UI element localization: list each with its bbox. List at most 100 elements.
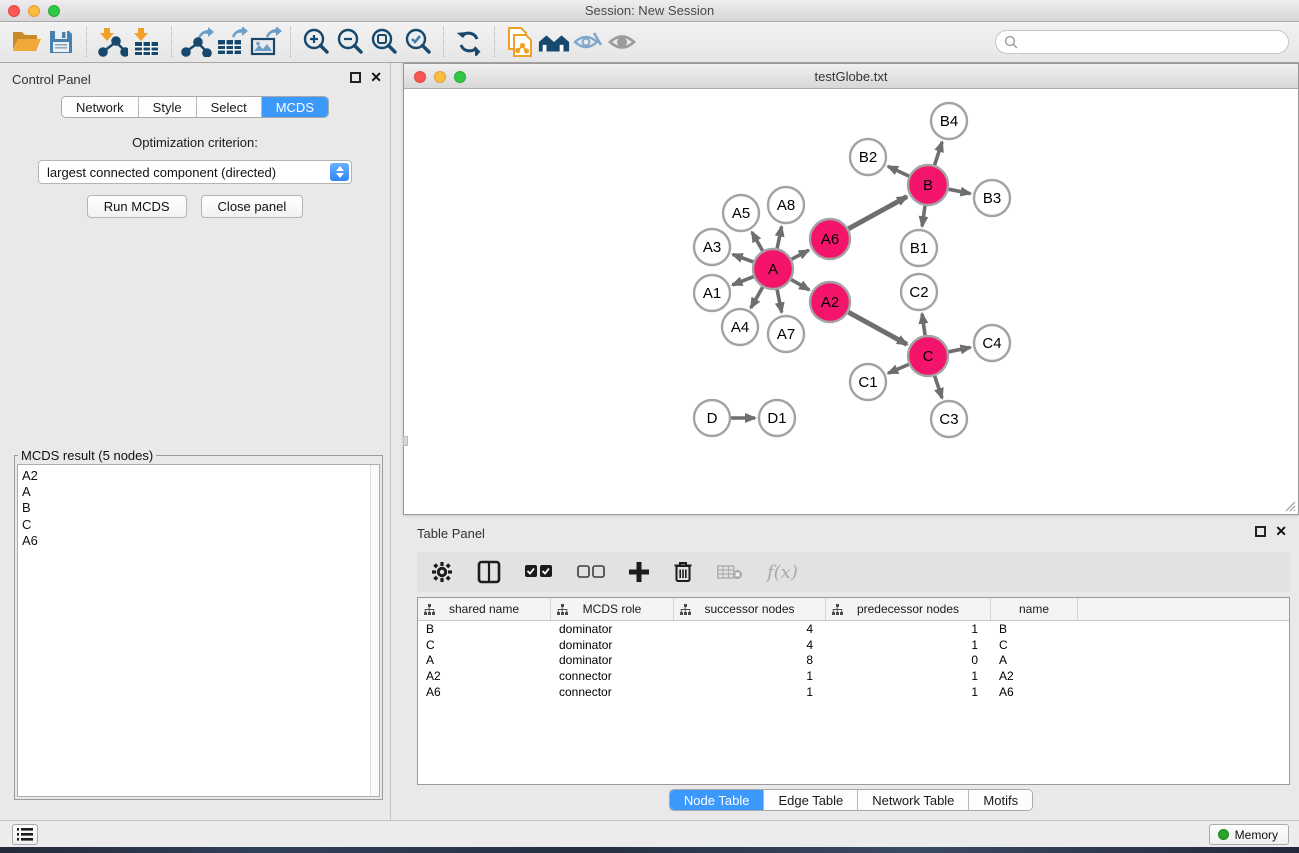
edge-A6-B[interactable] bbox=[848, 197, 907, 229]
import-network-icon[interactable] bbox=[95, 25, 129, 59]
edge-A-A5[interactable] bbox=[752, 232, 763, 251]
result-item[interactable]: A bbox=[22, 484, 379, 500]
close-panel-icon[interactable]: ✕ bbox=[370, 72, 382, 83]
hide-selected-icon[interactable] bbox=[571, 25, 605, 59]
result-item[interactable]: A2 bbox=[22, 468, 379, 484]
cell-MCDS-role: dominator bbox=[551, 622, 674, 636]
network-canvas[interactable]: B4B2BB3A8A5A6A3B1AC2A1A2A4A7C4CC1DD1C3 bbox=[404, 89, 1298, 514]
node-table[interactable]: shared nameMCDS role successor nodes prede… bbox=[417, 597, 1290, 785]
edge-A-A7[interactable] bbox=[777, 290, 782, 313]
memory-status-icon bbox=[1218, 829, 1229, 840]
cell-predecessor-nodes: 1 bbox=[826, 622, 991, 636]
criterion-dropdown[interactable]: largest connected component (directed) bbox=[38, 160, 352, 184]
zoom-out-icon[interactable] bbox=[333, 25, 367, 59]
search-input[interactable] bbox=[1018, 35, 1288, 49]
result-item[interactable]: C bbox=[22, 517, 379, 533]
control-panel-title: Control Panel bbox=[12, 72, 91, 87]
column-header-MCDS-role[interactable]: MCDS role bbox=[551, 598, 674, 620]
cell-predecessor-nodes: 1 bbox=[826, 685, 991, 699]
zoom-fit-icon[interactable] bbox=[367, 25, 401, 59]
float-table-panel-icon[interactable] bbox=[1255, 526, 1266, 537]
edge-B-B2[interactable] bbox=[888, 166, 909, 176]
edge-C-C1[interactable] bbox=[888, 364, 909, 373]
table-row[interactable]: A2connector11A2 bbox=[418, 668, 1289, 684]
node-label-C3: C3 bbox=[939, 411, 958, 428]
show-all-icon[interactable] bbox=[605, 25, 639, 59]
main-toolbar bbox=[0, 22, 1299, 63]
memory-button[interactable]: Memory bbox=[1209, 824, 1289, 845]
select-all-icon[interactable] bbox=[525, 559, 553, 585]
tab-network-table[interactable]: Network Table bbox=[858, 790, 969, 810]
edge-A-A4[interactable] bbox=[751, 287, 763, 308]
edge-A-A8[interactable] bbox=[777, 227, 781, 249]
tab-edge-table[interactable]: Edge Table bbox=[764, 790, 858, 810]
column-header-successor-nodes[interactable]: successor nodes bbox=[674, 598, 826, 620]
export-image-icon[interactable] bbox=[248, 25, 282, 59]
column-header-name[interactable]: name bbox=[991, 598, 1078, 620]
table-row[interactable]: A6connector11A6 bbox=[418, 684, 1289, 700]
clone-network-icon[interactable] bbox=[503, 25, 537, 59]
node-label-A: A bbox=[768, 261, 778, 278]
table-row[interactable]: Adominator80A bbox=[418, 652, 1289, 668]
column-header-predecessor-nodes[interactable]: predecessor nodes bbox=[826, 598, 991, 620]
table-row[interactable]: Cdominator41C bbox=[418, 637, 1289, 653]
search-icon bbox=[1004, 35, 1018, 49]
cell-name: C bbox=[991, 638, 1078, 652]
edge-C-C3[interactable] bbox=[935, 376, 942, 398]
node-label-A7: A7 bbox=[777, 326, 795, 343]
edge-B-B3[interactable] bbox=[949, 189, 971, 193]
close-table-panel-icon[interactable]: ✕ bbox=[1275, 526, 1287, 537]
zoom-selected-icon[interactable] bbox=[401, 25, 435, 59]
tab-motifs[interactable]: Motifs bbox=[969, 790, 1032, 810]
node-label-A4: A4 bbox=[731, 319, 749, 336]
splitter-grip[interactable] bbox=[403, 436, 408, 446]
mcds-result-list[interactable]: A2ABCA6 bbox=[17, 464, 380, 797]
cell-MCDS-role: connector bbox=[551, 669, 674, 683]
edge-B-B4[interactable] bbox=[935, 142, 943, 165]
column-header-shared-name[interactable]: shared name bbox=[418, 598, 551, 620]
add-icon[interactable] bbox=[629, 559, 649, 585]
result-item[interactable]: B bbox=[22, 500, 379, 516]
tab-select[interactable]: Select bbox=[197, 97, 262, 117]
tab-node-table[interactable]: Node Table bbox=[670, 790, 765, 810]
save-session-icon[interactable] bbox=[44, 25, 78, 59]
deselect-all-icon[interactable] bbox=[577, 559, 605, 585]
panel-list-button[interactable] bbox=[12, 824, 38, 845]
tab-network[interactable]: Network bbox=[62, 97, 139, 117]
column-label: successor nodes bbox=[704, 602, 794, 616]
edge-B-B1[interactable] bbox=[922, 206, 925, 226]
edge-A-A3[interactable] bbox=[733, 254, 754, 261]
close-panel-button[interactable]: Close panel bbox=[201, 195, 304, 218]
open-session-icon[interactable] bbox=[10, 25, 44, 59]
refresh-icon[interactable] bbox=[452, 25, 486, 59]
control-panel: Control Panel ✕ NetworkStyleSelectMCDS O… bbox=[0, 63, 391, 820]
edge-A-A2[interactable] bbox=[791, 280, 809, 290]
table-row[interactable]: Bdominator41B bbox=[418, 621, 1289, 637]
tab-style[interactable]: Style bbox=[139, 97, 197, 117]
edge-A-A6[interactable] bbox=[792, 250, 809, 259]
edge-C-C2[interactable] bbox=[922, 314, 925, 335]
export-network-icon[interactable] bbox=[180, 25, 214, 59]
edge-A2-C[interactable] bbox=[848, 312, 907, 344]
zoom-in-icon[interactable] bbox=[299, 25, 333, 59]
resize-grip-icon[interactable] bbox=[1283, 499, 1296, 512]
result-scrollbar[interactable] bbox=[370, 465, 379, 796]
first-neighbors-icon[interactable] bbox=[537, 25, 571, 59]
export-table-icon[interactable] bbox=[214, 25, 248, 59]
node-label-A3: A3 bbox=[703, 239, 721, 256]
table-settings-icon[interactable] bbox=[431, 559, 453, 585]
show-column-panel-icon[interactable] bbox=[477, 559, 501, 585]
delete-icon[interactable] bbox=[673, 559, 693, 585]
import-table-icon[interactable] bbox=[129, 25, 163, 59]
float-panel-icon[interactable] bbox=[350, 72, 361, 83]
network-window-titlebar[interactable]: testGlobe.txt bbox=[404, 64, 1298, 89]
cell-successor-nodes: 4 bbox=[674, 638, 826, 652]
run-mcds-button[interactable]: Run MCDS bbox=[87, 195, 187, 218]
dropdown-stepper-icon bbox=[330, 163, 349, 181]
result-item[interactable]: A6 bbox=[22, 533, 379, 549]
toolbar-separator bbox=[171, 27, 172, 57]
tab-mcds[interactable]: MCDS bbox=[262, 97, 328, 117]
node-label-C: C bbox=[923, 348, 934, 365]
edge-C-C4[interactable] bbox=[949, 347, 971, 351]
edge-A-A1[interactable] bbox=[732, 277, 753, 285]
